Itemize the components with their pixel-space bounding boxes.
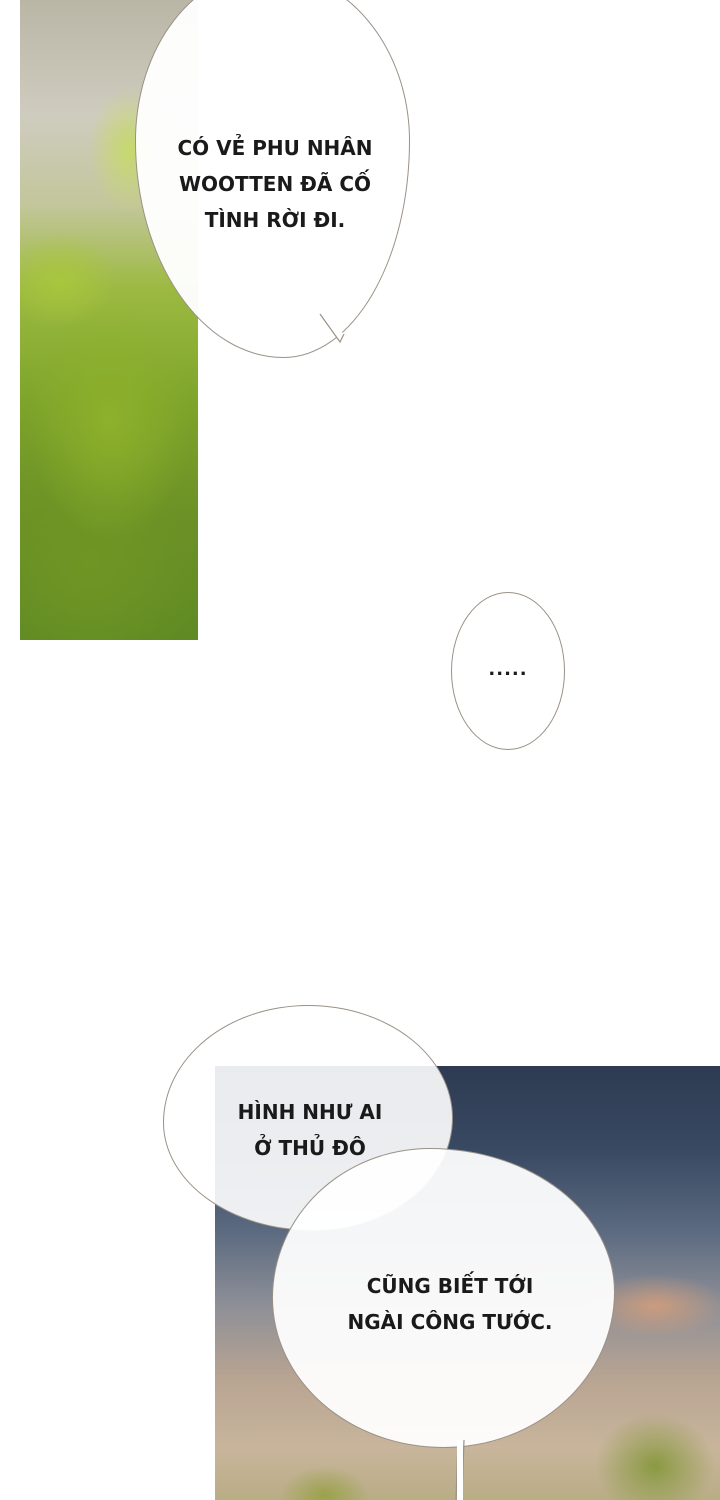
speech-bubble-3-text: HÌNH NHƯ AI Ở THỦ ĐÔ [190,1094,430,1166]
speech-bubble-1-text: CÓ VẺ PHU NHÂN WOOTTEN ĐÃ CỐ TÌNH RỜI ĐI… [150,130,400,238]
bubble-line: TÌNH RỜI ĐI. [204,208,346,232]
bubble-line: CÓ VẺ PHU NHÂN [177,136,373,160]
bubble-line: CŨNG BIẾT TỚI [366,1274,534,1298]
bubble-line: WOOTTEN ĐÃ CỐ [178,172,372,196]
speech-bubble-4-tail [455,1440,465,1500]
bubble-line: HÌNH NHƯ AI [237,1100,383,1124]
speech-bubble-1-tail [319,313,345,344]
speech-bubble-2-text: ..... [488,659,528,680]
bubble-line: NGÀI CÔNG TƯỚC. [347,1310,553,1334]
speech-bubble-4-text: CŨNG BIẾT TỚI NGÀI CÔNG TƯỚC. [300,1268,600,1340]
bubble-line: Ở THỦ ĐÔ [254,1136,366,1160]
